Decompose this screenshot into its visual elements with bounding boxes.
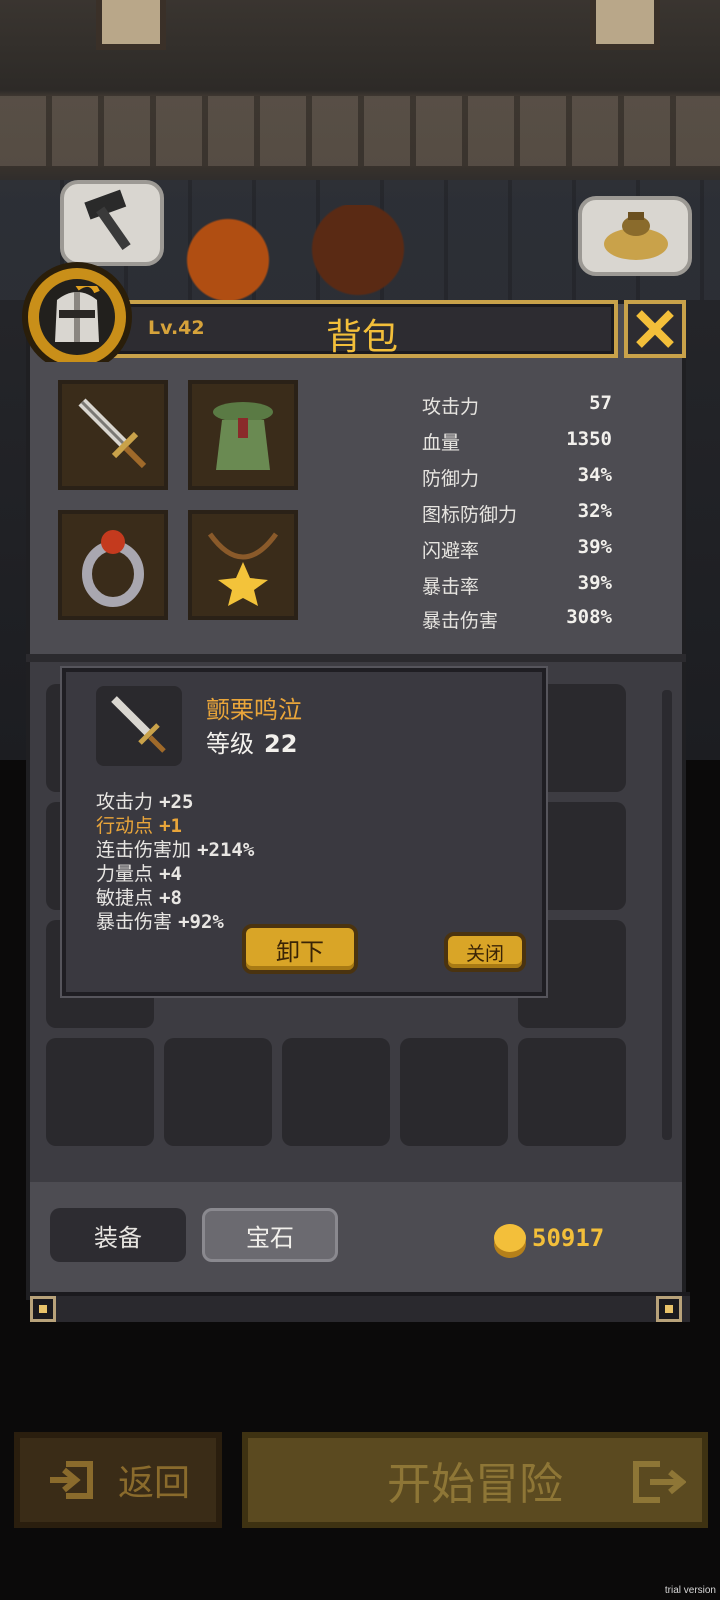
divider <box>26 654 686 662</box>
bag-slot[interactable] <box>164 1038 272 1146</box>
stat-row: 图标防御力 32% <box>422 500 612 534</box>
stat-label: 暴击率 <box>422 576 480 598</box>
stat-row: 暴击率 39% <box>422 572 612 606</box>
close-panel-button[interactable] <box>624 300 686 358</box>
item-level: 等级 22 <box>206 724 297 759</box>
window-decor <box>590 0 660 50</box>
panel-bottom-bar <box>30 1292 690 1322</box>
roof-beam <box>0 96 720 166</box>
hammer-icon <box>84 189 131 250</box>
window-decor <box>96 0 166 50</box>
stat-label: 暴击伤害 <box>422 610 499 630</box>
item-level-value: 22 <box>264 730 298 758</box>
close-tooltip-button[interactable]: 关闭 <box>444 932 526 972</box>
stat-label: 闪避率 <box>422 540 480 562</box>
attribute-row: 敏捷点 +8 <box>96 887 182 909</box>
sword-icon <box>78 398 147 469</box>
enter-door-icon <box>633 1461 686 1503</box>
stat-row: 血量 1350 <box>422 428 612 462</box>
tab-gem[interactable]: 宝石 <box>202 1208 338 1262</box>
item-tooltip: 颤栗鸣泣 等级 22 攻击力 +25 行动点 +1 连击伤害加 +214% 力量点… <box>62 668 546 996</box>
avatar[interactable] <box>22 262 132 372</box>
page-title: 背包 <box>325 317 398 358</box>
back-label: 返回 <box>117 1463 190 1504</box>
attribute-row: 攻击力 +25 <box>96 791 194 813</box>
stat-row: 防御力 34% <box>422 464 612 498</box>
gold-amount: 50917 <box>532 1224 605 1252</box>
stat-value: 39% <box>577 536 612 558</box>
bag-slot[interactable] <box>282 1038 390 1146</box>
panel-header: Lv.42 背包 <box>106 300 618 358</box>
attribute-row: 行动点 +1 <box>96 815 182 837</box>
close-icon <box>636 310 674 348</box>
stat-value: 308% <box>566 606 612 628</box>
gold-coin-icon <box>494 1224 526 1252</box>
stat-label: 防御力 <box>422 468 480 490</box>
equip-slot-weapon[interactable] <box>58 380 168 490</box>
equip-slot-ring[interactable] <box>58 510 168 620</box>
stat-value: 32% <box>577 500 612 522</box>
stat-row: 暴击伤害 308% <box>422 606 612 630</box>
item-name: 颤栗鸣泣 <box>206 696 302 724</box>
stat-value: 39% <box>577 572 612 594</box>
stat-value: 34% <box>577 464 612 486</box>
stat-label: 图标防御力 <box>422 504 518 526</box>
money-bag-icon <box>604 212 668 260</box>
attribute-row: 连击伤害加 +214% <box>96 839 255 861</box>
start-adventure-button[interactable]: 开始冒险 <box>242 1432 708 1528</box>
rivet-decor <box>30 1296 56 1322</box>
attribute-row: 暴击伤害 +92% <box>96 911 224 933</box>
tab-equip[interactable]: 装备 <box>50 1208 186 1262</box>
ring-icon <box>82 530 144 607</box>
start-label: 开始冒险 <box>387 1459 563 1510</box>
star-necklace-icon <box>207 532 279 606</box>
item-attributes: 攻击力 +25 行动点 +1 连击伤害加 +214% 力量点 +4 敏捷点 +8… <box>96 790 254 934</box>
rivet-decor <box>656 1296 682 1322</box>
knight-helmet-icon <box>39 279 115 355</box>
stat-value: 57 <box>589 392 612 414</box>
stat-row: 闪避率 39% <box>422 536 612 570</box>
bag-slot[interactable] <box>400 1038 508 1146</box>
unequip-button[interactable]: 卸下 <box>242 924 358 974</box>
shop-bubble[interactable] <box>578 196 692 276</box>
stat-value: 1350 <box>566 428 612 450</box>
bag-slot[interactable] <box>46 1038 154 1146</box>
stat-row: 攻击力 57 <box>422 392 612 426</box>
equip-slot-armor[interactable] <box>188 380 298 490</box>
stat-label: 攻击力 <box>422 396 480 418</box>
bag-slot[interactable] <box>518 1038 626 1146</box>
item-level-label: 等级 <box>206 730 254 758</box>
bag-scrollbar[interactable] <box>662 690 672 1140</box>
blacksmith-bubble[interactable] <box>60 180 164 266</box>
robe-icon <box>213 402 273 470</box>
watermark: trial version <box>664 1585 716 1596</box>
equip-slot-necklace[interactable] <box>188 510 298 620</box>
gold-counter: 50917 <box>494 1224 604 1252</box>
exit-door-icon <box>49 1461 93 1499</box>
stat-label: 血量 <box>422 432 461 454</box>
attribute-row: 力量点 +4 <box>96 863 182 885</box>
sword-icon <box>96 686 182 766</box>
shop-decor <box>150 205 410 315</box>
back-button[interactable]: 返回 <box>14 1432 222 1528</box>
